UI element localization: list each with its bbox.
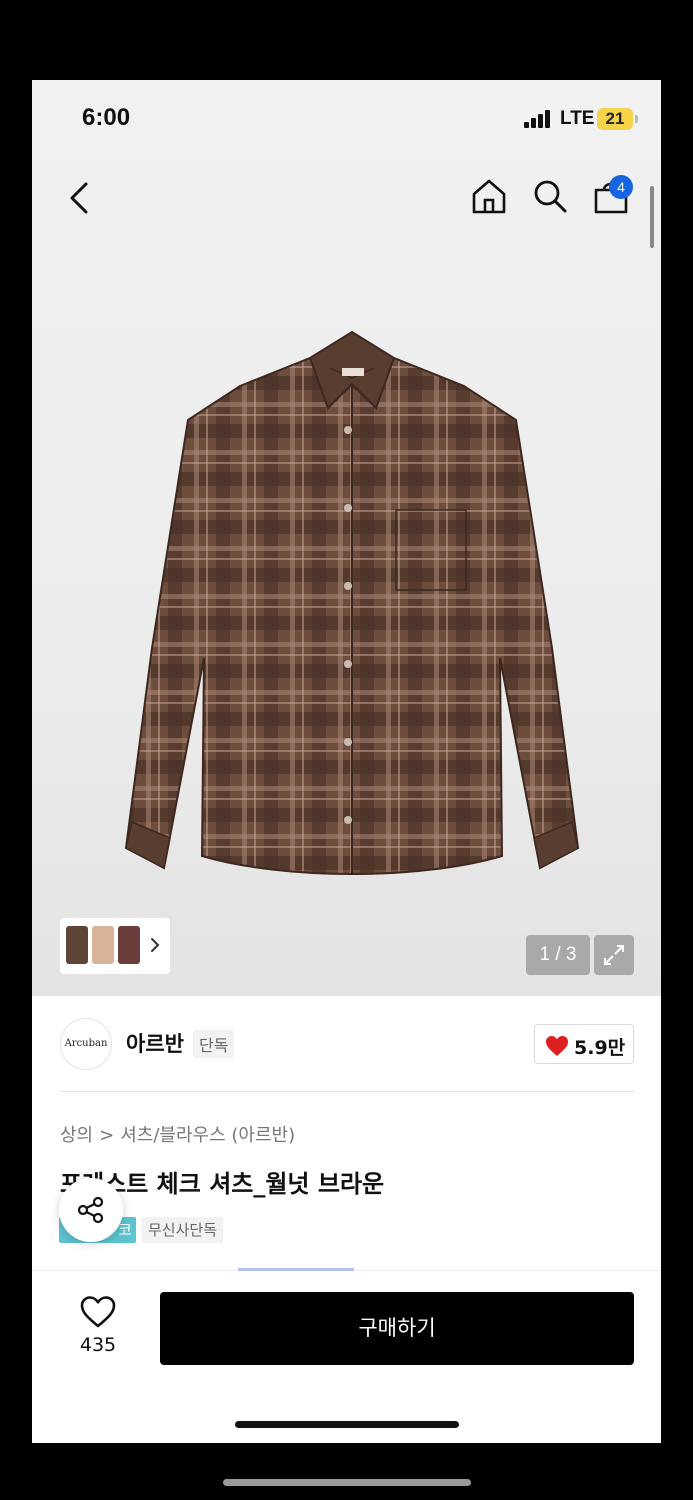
- network-label: LTE: [560, 108, 595, 129]
- phone-screen: 6:00 LTE 21 4 1 / 3 Arcuban 아르반 단독 5.9만 …: [32, 80, 661, 1443]
- thumbnail-2[interactable]: [92, 926, 114, 964]
- thumbnail-3[interactable]: [118, 926, 140, 964]
- battery-icon: 21: [597, 108, 633, 130]
- home-icon[interactable]: [469, 176, 509, 216]
- share-button[interactable]: [59, 1178, 123, 1242]
- signal-icon: [524, 110, 550, 128]
- wishlist-count: 435: [79, 1334, 117, 1356]
- cart-count-badge: 4: [609, 175, 633, 199]
- scroll-indicator: [650, 186, 654, 248]
- share-icon: [77, 1196, 104, 1224]
- brand-like-button[interactable]: 5.9만: [534, 1024, 634, 1064]
- brand-logo[interactable]: Arcuban: [60, 1018, 112, 1070]
- status-bar: 6:00 LTE 21: [32, 80, 661, 160]
- brand-like-count: 5.9만: [574, 1037, 626, 1059]
- back-icon[interactable]: [62, 178, 98, 218]
- breadcrumb: 상의 > 셔츠/블라우스 (아르반): [60, 1121, 301, 1147]
- heart-outline-icon[interactable]: [80, 1296, 116, 1328]
- outer-home-indicator: [223, 1479, 471, 1486]
- heart-filled-icon: [546, 1036, 568, 1056]
- divider: [60, 1091, 634, 1092]
- image-page-indicator: 1 / 3: [526, 935, 590, 975]
- tab-highlight: [238, 1268, 354, 1271]
- battery-tip: [635, 115, 638, 123]
- thumbnail-strip[interactable]: [60, 918, 170, 974]
- breadcrumb-separator: >: [99, 1125, 115, 1146]
- chevron-right-icon[interactable]: [148, 930, 162, 960]
- thumbnail-1[interactable]: [66, 926, 88, 964]
- brand-name[interactable]: 아르반: [126, 1028, 184, 1058]
- status-time: 6:00: [82, 104, 131, 131]
- breadcrumb-subcategory[interactable]: 셔츠/블라우스 (아르반): [120, 1125, 295, 1146]
- brand-exclusive-tag: 단독: [193, 1030, 235, 1058]
- home-indicator: [235, 1421, 459, 1428]
- musinsa-exclusive-tag: 무신사단독: [142, 1217, 224, 1243]
- expand-icon[interactable]: [594, 935, 634, 975]
- product-image: [124, 330, 580, 875]
- breadcrumb-category[interactable]: 상의: [60, 1125, 93, 1146]
- buy-button[interactable]: 구매하기: [160, 1292, 634, 1365]
- search-icon[interactable]: [530, 176, 570, 216]
